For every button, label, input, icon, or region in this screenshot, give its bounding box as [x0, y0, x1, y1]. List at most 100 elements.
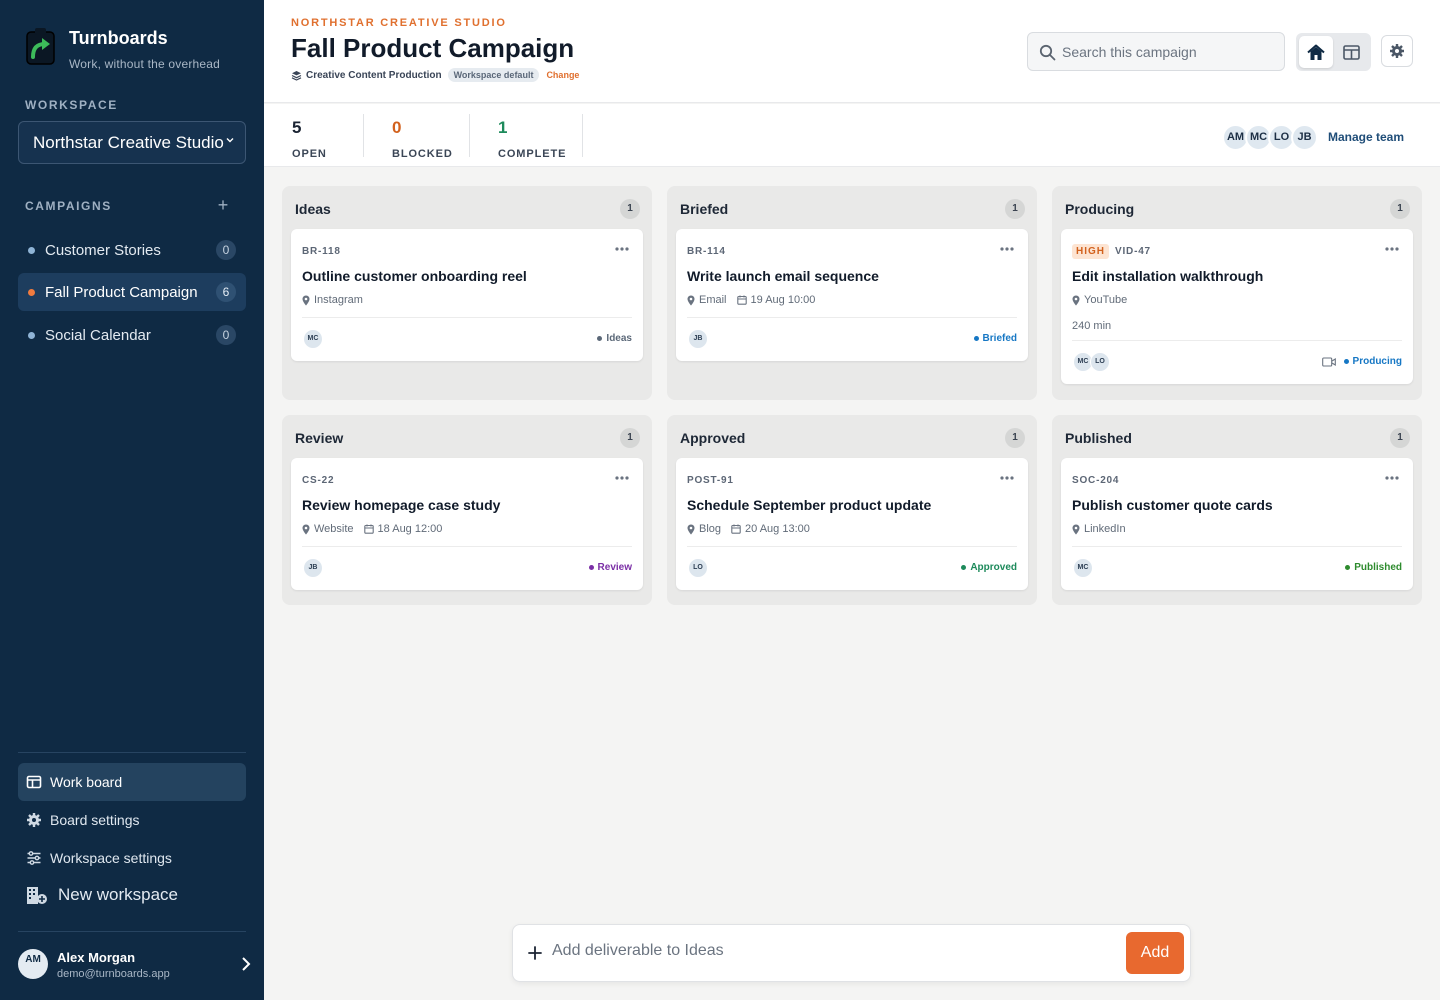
status-badge: Ideas — [597, 333, 632, 344]
manage-team-link[interactable]: Manage team — [1328, 130, 1404, 144]
card-title: Outline customer onboarding reel — [302, 268, 527, 284]
avatar: MC — [1073, 558, 1093, 578]
more-icon[interactable] — [614, 475, 630, 481]
more-icon[interactable] — [999, 246, 1015, 252]
status-dot — [1345, 565, 1351, 570]
column-count: 1 — [1390, 428, 1410, 448]
nav-label: Work board — [50, 774, 123, 790]
avatar: MC — [303, 329, 323, 349]
status-badge: Published — [1345, 562, 1402, 573]
column-approved: Approved 1 POST-91 Schedule September pr… — [667, 415, 1037, 605]
more-icon[interactable] — [1384, 475, 1400, 481]
nav-board-settings[interactable]: Board settings — [18, 801, 246, 839]
card-meta: Email 19 Aug 10:00 — [687, 294, 815, 306]
app-name: Turnboards — [69, 28, 168, 48]
card-title: Publish customer quote cards — [1072, 497, 1273, 513]
priority-badge: HIGH — [1072, 244, 1109, 259]
column-title: Published — [1065, 430, 1132, 446]
card-title: Schedule September product update — [687, 497, 932, 513]
board-icon — [1342, 44, 1360, 60]
stat-label: BLOCKED — [392, 148, 453, 160]
stat-divider — [582, 114, 583, 157]
new-workspace-button[interactable]: New workspace — [26, 885, 178, 905]
campaign-item-fall-product-campaign[interactable]: Fall Product Campaign 6 — [18, 273, 246, 311]
status-dot — [1343, 359, 1349, 364]
card-assignees: MC LO — [1073, 352, 1110, 372]
workspace-select[interactable]: Northstar Creative Studio — [18, 121, 246, 164]
campaign-item-social-calendar[interactable]: Social Calendar 0 — [18, 316, 246, 354]
stat-divider — [363, 114, 364, 157]
more-icon[interactable] — [999, 475, 1015, 481]
nav-workspace-settings[interactable]: Workspace settings — [18, 839, 246, 877]
search-input[interactable] — [1062, 43, 1272, 60]
avatar: JB — [688, 329, 708, 349]
location-pin-icon — [1072, 524, 1080, 534]
page-title: Fall Product Campaign — [291, 33, 575, 63]
deliverable-card[interactable]: BR-118 Outline customer onboarding reel … — [291, 229, 643, 361]
status-badge: Review — [588, 562, 632, 573]
home-view-button[interactable] — [1299, 36, 1333, 68]
stats-bar: 5 OPEN 0 BLOCKED 1 COMPLETE AM MC LO JB … — [264, 104, 1440, 167]
status-badge: Briefed — [973, 333, 1017, 344]
column-title: Producing — [1065, 201, 1135, 217]
card-channel: Instagram — [314, 294, 363, 306]
avatar: JB — [303, 558, 323, 578]
settings-button[interactable] — [1381, 35, 1413, 67]
stat-divider — [469, 114, 470, 157]
column-title: Briefed — [680, 201, 729, 217]
deliverable-card[interactable]: SOC-204 Publish customer quote cards Lin… — [1061, 458, 1413, 590]
layers-icon — [291, 70, 302, 81]
deliverable-card[interactable]: BR-114 Write launch email sequence Email… — [676, 229, 1028, 361]
stat-complete: 1 COMPLETE — [498, 118, 566, 160]
deliverable-card[interactable]: POST-91 Schedule September product updat… — [676, 458, 1028, 590]
nav-label: Workspace settings — [50, 850, 172, 866]
card-channel: LinkedIn — [1084, 523, 1126, 535]
card-meta: LinkedIn — [1072, 523, 1126, 535]
page-header: NORTHSTAR CREATIVE STUDIO Fall Product C… — [264, 0, 1440, 103]
more-icon[interactable] — [614, 246, 630, 252]
change-template-link[interactable]: Change — [546, 70, 579, 80]
status-dot — [588, 565, 594, 570]
add-deliverable-bar: Add — [512, 924, 1191, 982]
campaign-count: 0 — [216, 325, 236, 345]
column-count: 1 — [1005, 428, 1025, 448]
column-ideas: Ideas 1 BR-118 Outline customer onboardi… — [282, 186, 652, 400]
nav-work-board[interactable]: Work board — [18, 763, 246, 801]
nav-label: Board settings — [50, 812, 140, 828]
card-title: Review homepage case study — [302, 497, 501, 513]
stat-value: 0 — [392, 118, 402, 137]
add-campaign-button[interactable]: + — [214, 196, 232, 214]
card-due-date: 19 Aug 10:00 — [750, 294, 816, 306]
chevron-down-icon — [226, 138, 234, 143]
user-menu[interactable]: AM Alex Morgan demo@turnboards.app — [18, 946, 252, 986]
stat-label: COMPLETE — [498, 148, 567, 160]
deliverable-card[interactable]: CS-22 Review homepage case study Website… — [291, 458, 643, 590]
card-title: Edit installation walkthrough — [1072, 268, 1264, 284]
stat-value: 1 — [498, 118, 508, 137]
add-button[interactable]: Add — [1126, 932, 1184, 974]
brand[interactable]: Turnboards Work, without the overhead — [24, 26, 220, 71]
card-divider — [687, 317, 1017, 318]
column-title: Review — [295, 430, 344, 446]
template-badge: Workspace default — [447, 68, 540, 82]
card-id: BR-114 — [687, 246, 726, 257]
avatar: JB — [1291, 123, 1318, 151]
card-due: 20 Aug 13:00 — [731, 523, 810, 535]
avatar: LO — [1090, 352, 1110, 372]
deliverable-card[interactable]: HIGH VID-47 Edit installation walkthroug… — [1061, 229, 1413, 384]
search-box[interactable] — [1027, 32, 1285, 71]
add-deliverable-input[interactable] — [552, 942, 1112, 960]
campaign-dot — [28, 247, 35, 254]
card-id: POST-91 — [687, 475, 734, 486]
more-icon[interactable] — [1384, 246, 1400, 252]
avatar: AM — [18, 949, 48, 979]
stat-open: 5 OPEN — [292, 118, 327, 160]
stat-label: OPEN — [292, 148, 327, 160]
status-label: Briefed — [982, 333, 1017, 344]
campaign-item-customer-stories[interactable]: Customer Stories 0 — [18, 231, 246, 269]
chevron-right-icon — [242, 957, 251, 971]
card-id: CS-22 — [302, 475, 335, 486]
team-avatars[interactable]: AM MC LO JB Manage team — [1222, 123, 1404, 151]
board-view-button[interactable] — [1334, 36, 1368, 68]
video-icon — [1321, 356, 1336, 367]
